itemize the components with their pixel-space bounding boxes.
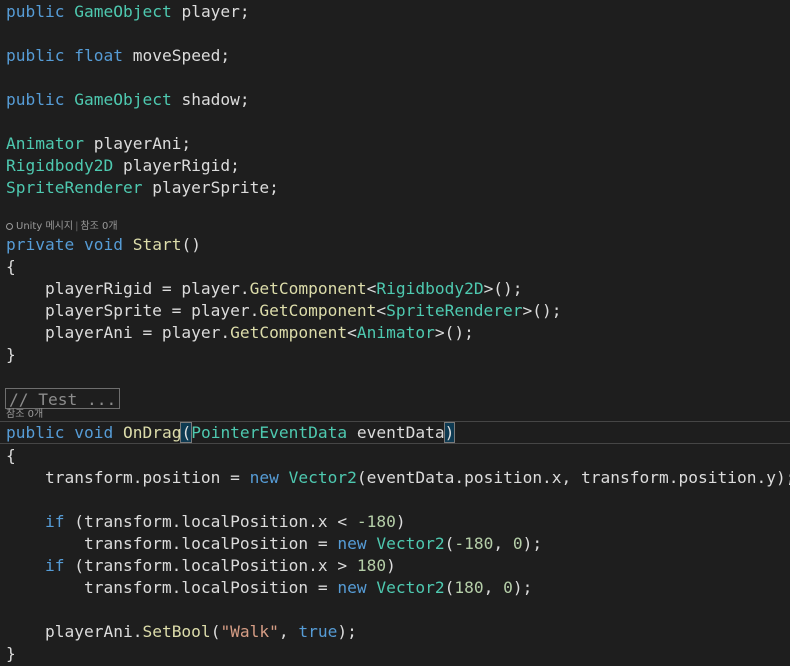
method-token: Start (132, 235, 182, 254)
keyword-token: public (6, 2, 65, 21)
code-line-clamp-left: transform.localPosition = new Vector2(-1… (6, 534, 543, 553)
code-line-if-less: if (transform.localPosition.x < -180) (44, 512, 406, 531)
string-token: "Walk" (220, 622, 279, 641)
type-token: Animator (6, 134, 84, 153)
number-token: 180 (356, 556, 387, 575)
type-token: GameObject (74, 2, 172, 21)
matched-paren-open: ( (180, 422, 193, 443)
keyword-token: public (6, 46, 65, 65)
keyword-token: void (83, 235, 123, 254)
code-line-setbool: playerAni.SetBool("Walk", true); (6, 622, 357, 641)
code-line-clamp-right: transform.localPosition = new Vector2(18… (6, 578, 533, 597)
code-line-player-field: public GameObject player; (6, 1, 250, 23)
codelens-references[interactable]: 참조 0개 (6, 409, 43, 420)
code-line-set-position: transform.position = new Vector2(eventDa… (6, 468, 790, 487)
type-token: PointerEventData (191, 423, 348, 442)
keyword-token: true (298, 622, 338, 641)
code-line-getcomponent-sprite: playerSprite = player.GetComponent<Sprit… (6, 301, 562, 320)
keyword-token: void (74, 423, 114, 442)
type-token: Rigidbody2D (6, 156, 114, 175)
type-token: SpriteRenderer (6, 178, 143, 197)
identifier-token: player; (171, 2, 250, 21)
keyword-token: new (337, 534, 367, 553)
code-line-close-brace: } (6, 345, 16, 364)
code-line-ondrag-signature: public void OnDrag(PointerEventData even… (6, 422, 456, 444)
keyword-token: new (249, 468, 279, 487)
codelens-ondrag[interactable]: 참조 0개 (6, 408, 43, 422)
keyword-token: private (6, 235, 75, 254)
identifier-token: playerAni; (83, 134, 192, 153)
number-token: -180 (454, 534, 494, 553)
type-token: GameObject (74, 90, 172, 109)
code-line-open-brace: { (6, 446, 16, 465)
method-token: GetComponent (259, 301, 377, 320)
code-line-animator-field: Animator playerAni; (6, 133, 191, 155)
identifier-token: shadow; (171, 90, 250, 109)
code-line-getcomponent-animator: playerAni = player.GetComponent<Animator… (6, 323, 474, 342)
number-token: 0 (512, 534, 523, 553)
keyword-token: if (44, 512, 65, 531)
code-line-shadow-field: public GameObject shadow; (6, 89, 250, 111)
codelens-unity-message[interactable]: Unity 메시지 (16, 221, 73, 232)
keyword-token: public (6, 423, 65, 442)
code-line-rigidbody-field: Rigidbody2D playerRigid; (6, 155, 240, 177)
type-token: Animator (356, 323, 435, 342)
code-line-getcomponent-rigidbody: playerRigid = player.GetComponent<Rigidb… (6, 279, 523, 298)
type-token: Vector2 (288, 468, 357, 487)
number-token: 0 (503, 578, 513, 597)
code-line-close-brace: } (6, 644, 16, 663)
identifier-token: eventData (347, 423, 445, 442)
keyword-token: float (74, 46, 123, 65)
keyword-token: public (6, 90, 65, 109)
identifier-token: playerSprite; (142, 178, 279, 197)
identifier-token: playerRigid; (113, 156, 240, 175)
code-line-movespeed-field: public float moveSpeed; (6, 45, 230, 67)
number-token: -180 (356, 512, 396, 531)
code-line-start-signature: private void Start() (6, 235, 201, 254)
codelens-references[interactable]: 참조 0개 (80, 221, 117, 232)
type-token: Vector2 (376, 578, 445, 597)
identifier-token: moveSpeed; (122, 46, 231, 65)
number-token: 180 (454, 578, 484, 597)
code-line-open-brace: { (6, 257, 16, 276)
keyword-token: if (44, 556, 65, 575)
code-editor[interactable]: public GameObject player; public float m… (0, 0, 790, 666)
type-token: SpriteRenderer (386, 301, 523, 320)
method-token: GetComponent (249, 279, 367, 298)
keyword-token: new (337, 578, 367, 597)
method-token: SetBool (142, 622, 211, 641)
unity-icon (6, 223, 13, 230)
method-token: GetComponent (230, 323, 348, 342)
code-line-if-greater: if (transform.localPosition.x > 180) (44, 556, 396, 575)
collapsed-region-test[interactable]: // Test ... (5, 388, 121, 409)
method-token: OnDrag (122, 423, 182, 442)
codelens-start[interactable]: Unity 메시지 | 참조 0개 (6, 220, 118, 234)
type-token: Rigidbody2D (376, 279, 484, 298)
code-line-spriterenderer-field: SpriteRenderer playerSprite; (6, 177, 279, 199)
type-token: Vector2 (376, 534, 445, 553)
matched-paren-close: ) (443, 422, 456, 443)
